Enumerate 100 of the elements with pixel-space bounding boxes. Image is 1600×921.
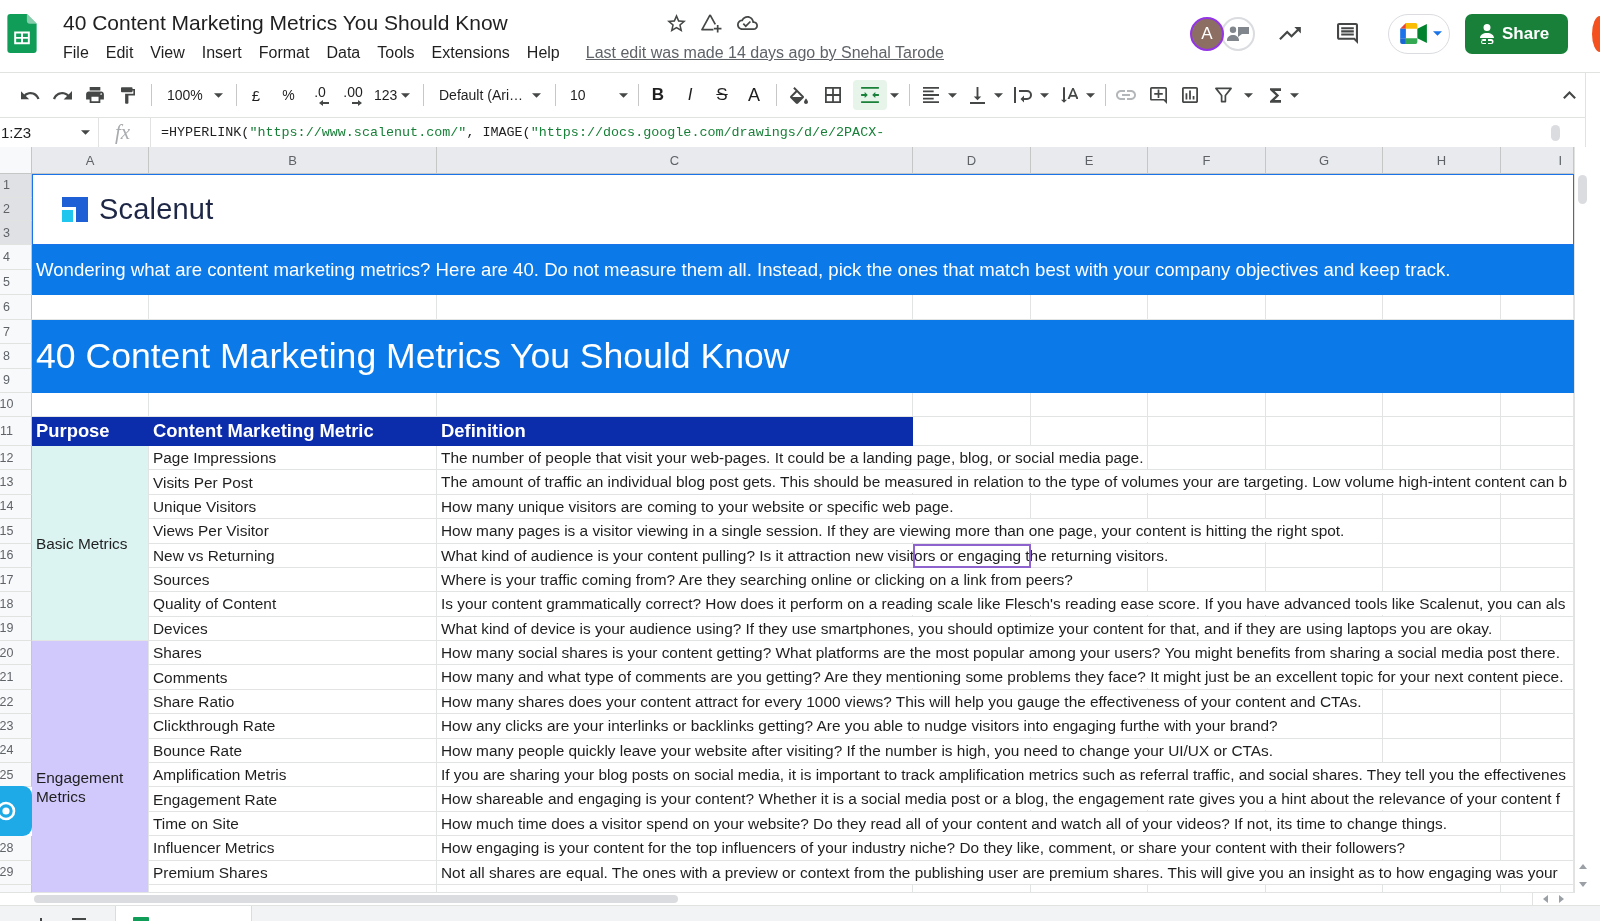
text-color-button[interactable]: A (738, 80, 770, 110)
caret-icon[interactable] (1433, 31, 1442, 36)
caret-icon[interactable] (1289, 92, 1299, 98)
filter-icon[interactable] (1214, 87, 1232, 103)
row-header[interactable]: 12 (0, 445, 32, 471)
row-header[interactable]: 15 (0, 519, 32, 544)
collaborators-button[interactable] (1221, 16, 1255, 51)
row-header[interactable]: 10 (0, 392, 32, 417)
row-header[interactable]: 8 (0, 344, 32, 369)
row-header[interactable]: 1 (0, 174, 32, 198)
number-format-dropdown[interactable]: 123 (371, 80, 415, 110)
column-header[interactable]: F (1148, 147, 1266, 174)
caret-icon[interactable] (214, 92, 223, 98)
font-size-dropdown[interactable]: 10 (561, 80, 635, 110)
column-header[interactable]: D (913, 147, 1031, 174)
menu-item[interactable]: Extensions (431, 44, 510, 62)
row-header[interactable]: 22 (0, 689, 32, 715)
row-header[interactable]: 3 (0, 221, 32, 245)
print-icon[interactable] (85, 87, 104, 103)
column-header[interactable]: B (149, 147, 437, 174)
row-header[interactable]: 5 (0, 269, 32, 295)
column-header[interactable]: G (1266, 147, 1383, 174)
scroll-left-icon[interactable] (1543, 895, 1548, 903)
redo-icon[interactable] (52, 90, 72, 100)
star-icon[interactable] (667, 14, 686, 32)
row-header[interactable]: 29 (0, 860, 32, 885)
caret-icon[interactable] (81, 130, 90, 135)
column-header[interactable]: I (1501, 147, 1574, 174)
menu-item[interactable]: Edit (105, 44, 134, 62)
user-avatar[interactable]: A (1190, 16, 1224, 51)
meet-button[interactable] (1388, 13, 1450, 54)
caret-icon[interactable] (401, 92, 411, 98)
triangle-plus-icon[interactable] (701, 13, 722, 33)
document-title[interactable]: 40 Content Marketing Metrics You Should Know (63, 11, 508, 35)
row-header[interactable]: 23 (0, 714, 32, 739)
trending-up-icon[interactable] (1279, 27, 1301, 40)
menu-item[interactable]: File (63, 44, 89, 62)
sheets-logo-icon[interactable] (7, 14, 37, 53)
caret-icon[interactable] (1244, 92, 1253, 98)
scroll-up-icon[interactable] (1578, 864, 1587, 869)
menu-item[interactable]: Insert (201, 44, 242, 62)
scrollbar-thumb[interactable] (1551, 124, 1560, 141)
scrollbar-thumb[interactable] (34, 895, 678, 903)
column-header[interactable]: A (32, 147, 149, 174)
account-avatar[interactable] (1592, 15, 1600, 52)
row-header[interactable]: 4 (0, 244, 32, 270)
text-wrap-icon[interactable] (1014, 87, 1032, 103)
scroll-down-icon[interactable] (1578, 882, 1587, 887)
menu-item[interactable]: Data (326, 44, 361, 62)
row-header[interactable]: 17 (0, 567, 32, 593)
currency-format-button[interactable]: £ (240, 80, 272, 110)
caret-icon[interactable] (890, 92, 899, 98)
caret-icon[interactable] (1086, 92, 1095, 98)
formula-text[interactable]: =HYPERLINK("https://www.scalenut.com/", IMAGE("https://docs.google.com/drawings/d/e/2PACX- (161, 125, 885, 140)
row-header[interactable]: 28 (0, 836, 32, 861)
row-header[interactable]: 13 (0, 470, 32, 495)
increase-decimals-button[interactable]: .00 (335, 80, 371, 110)
row-header[interactable]: 2 (0, 197, 32, 222)
row-header[interactable]: 14 (0, 494, 32, 520)
borders-icon[interactable] (825, 87, 841, 103)
row-header[interactable]: 16 (0, 543, 32, 568)
cloud-check-icon[interactable] (737, 16, 758, 30)
caret-icon[interactable] (1040, 92, 1049, 98)
column-header[interactable]: H (1383, 147, 1501, 174)
row-header[interactable]: 24 (0, 738, 32, 764)
menu-item[interactable]: View (150, 44, 185, 62)
menu-item[interactable]: Tools (377, 44, 415, 62)
caret-icon[interactable] (619, 92, 628, 98)
undo-icon[interactable] (20, 90, 40, 100)
text-rotation-icon[interactable] (1060, 87, 1078, 103)
row-header[interactable]: 9 (0, 368, 32, 393)
floating-widget-button[interactable] (0, 786, 32, 836)
add-comment-icon[interactable] (1149, 86, 1167, 104)
caret-icon[interactable] (948, 92, 957, 98)
paint-roller-icon[interactable] (120, 86, 135, 104)
caret-icon[interactable] (532, 92, 541, 98)
merge-cells-button[interactable] (853, 80, 887, 110)
row-header[interactable]: 11 (0, 416, 32, 446)
last-edit-link[interactable]: Last edit was made 14 days ago by Snehal Tarode (585, 44, 944, 62)
row-header[interactable]: 18 (0, 592, 32, 617)
share-button[interactable]: Share (1465, 13, 1568, 54)
row-header[interactable]: 21 (0, 665, 32, 690)
zoom-dropdown[interactable]: 100% (159, 80, 233, 110)
fill-bucket-icon[interactable] (790, 86, 808, 104)
row-header[interactable]: 19 (0, 616, 32, 642)
bold-button[interactable]: B (642, 80, 674, 110)
percent-format-button[interactable]: % (272, 80, 305, 110)
sheet-tab[interactable] (115, 906, 252, 921)
row-header[interactable]: 20 (0, 641, 32, 666)
row-header[interactable]: 25 (0, 763, 32, 788)
row-header[interactable]: 7 (0, 319, 32, 345)
strikethrough-button[interactable]: S (706, 80, 738, 110)
row-header[interactable]: 6 (0, 294, 32, 320)
scrollbar-thumb[interactable] (1578, 175, 1587, 204)
align-left-icon[interactable] (923, 87, 939, 103)
menu-item[interactable]: Format (258, 44, 310, 62)
selected-cell-range[interactable]: Scalenut (32, 174, 1574, 245)
column-header[interactable]: E (1031, 147, 1148, 174)
sigma-icon[interactable] (1269, 87, 1281, 103)
scroll-right-icon[interactable] (1559, 895, 1564, 903)
